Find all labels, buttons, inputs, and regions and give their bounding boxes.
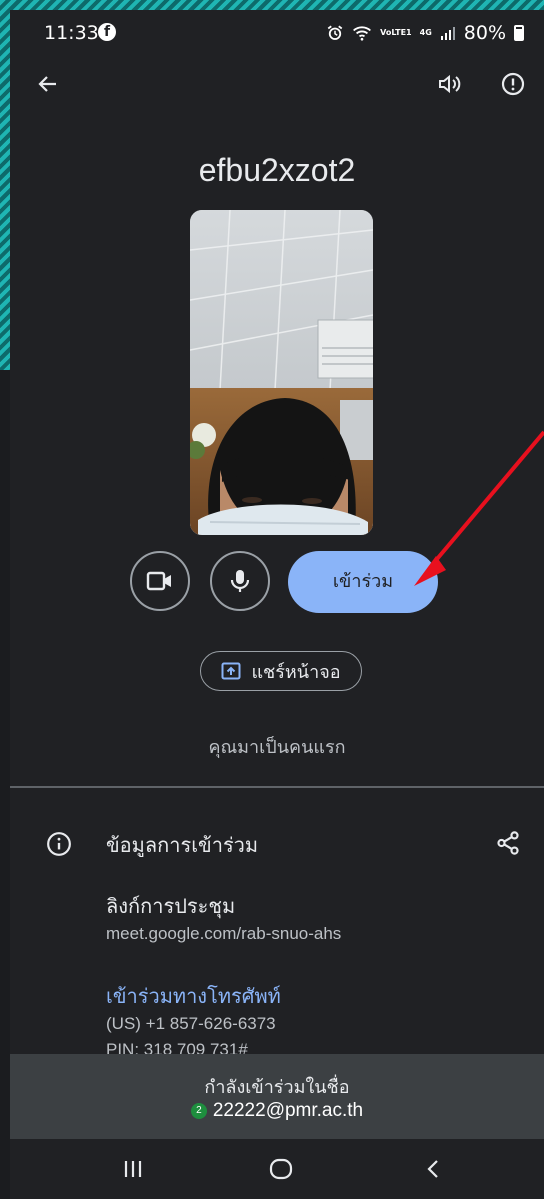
account-avatar: 2: [190, 1103, 207, 1119]
arrow-back-icon: [38, 76, 56, 92]
signal-icon: [440, 27, 455, 40]
microphone-toggle-button[interactable]: [210, 551, 270, 611]
recent-apps-icon: [124, 1161, 142, 1177]
speaker-icon: [439, 74, 461, 94]
meeting-link-url[interactable]: meet.google.com/rab-snuo-ahs: [106, 924, 341, 944]
home-icon: [269, 1158, 293, 1180]
screenshot-frame: 11:33 f VoLTE1 4G 80% efbu2xzot2 เข้าร่ว…: [0, 0, 544, 1199]
phone-screen: 11:33 f VoLTE1 4G 80% efbu2xzot2 เข้าร่ว…: [10, 10, 544, 1199]
dial-in-number[interactable]: (US) +1 857-626-6373: [106, 1014, 276, 1034]
share-icon: [497, 831, 519, 855]
joining-info-title: ข้อมูลการเข้าร่วม: [106, 833, 259, 857]
decorative-stripe-top: [0, 0, 544, 10]
videocam-icon: [146, 571, 171, 591]
home-button[interactable]: [246, 1139, 316, 1199]
recent-apps-button[interactable]: [98, 1139, 168, 1199]
share-info-button[interactable]: [488, 823, 528, 863]
present-screen-icon: [221, 662, 241, 680]
wifi-icon: [353, 26, 372, 41]
account-email: 22222@pmr.ac.th: [212, 1100, 364, 1121]
camera-toggle-button[interactable]: [130, 551, 190, 611]
meeting-code: efbu2xzot2: [198, 152, 356, 188]
back-nav-button[interactable]: [398, 1139, 468, 1199]
audio-output-button[interactable]: [430, 64, 470, 104]
joining-info-header: ข้อมูลการเข้าร่วม: [10, 825, 544, 861]
info-icon: [47, 832, 71, 856]
alarm-icon: [327, 25, 343, 40]
join-button[interactable]: เข้าร่วม: [288, 551, 438, 613]
app-bar: [10, 62, 544, 108]
first-participant-note: คุณมาเป็นคนแรก: [208, 737, 346, 758]
join-by-phone-link[interactable]: เข้าร่วมทางโทรศัพท์: [106, 980, 281, 1012]
network-type: 4G: [419, 28, 432, 37]
battery-icon: [514, 25, 524, 41]
report-problem-button[interactable]: [493, 64, 533, 104]
camera-preview-image: [190, 210, 373, 535]
volte-indicator: VoLTE1: [380, 28, 412, 37]
alert-icon: [501, 72, 525, 96]
section-divider: [10, 786, 544, 788]
share-screen-label: แชร์หน้าจอ: [251, 661, 341, 683]
chevron-left-icon: [427, 1160, 438, 1178]
share-screen-button[interactable]: แชร์หน้าจอ: [200, 651, 362, 691]
battery-percent: 80%: [463, 22, 506, 44]
joining-as-panel: กำลังเข้าร่วมในชื่อ 2 22222@pmr.ac.th: [10, 1054, 544, 1139]
self-camera-preview: [190, 210, 373, 535]
joining-as-label: กำลังเข้าร่วมในชื่อ: [204, 1077, 350, 1098]
meeting-link-title: ลิงก์การประชุม: [106, 894, 236, 918]
status-icons: VoLTE1 4G 80%: [326, 22, 524, 44]
status-time: 11:33: [44, 22, 99, 44]
account-switcher[interactable]: 2 22222@pmr.ac.th: [10, 1100, 544, 1122]
back-button[interactable]: [28, 64, 68, 104]
preview-controls: เข้าร่วม: [10, 551, 544, 615]
status-bar: 11:33 f VoLTE1 4G 80%: [10, 10, 544, 56]
microphone-icon: [230, 570, 250, 592]
system-navigation-bar: [10, 1139, 544, 1199]
facebook-notification-icon: f: [98, 23, 116, 41]
